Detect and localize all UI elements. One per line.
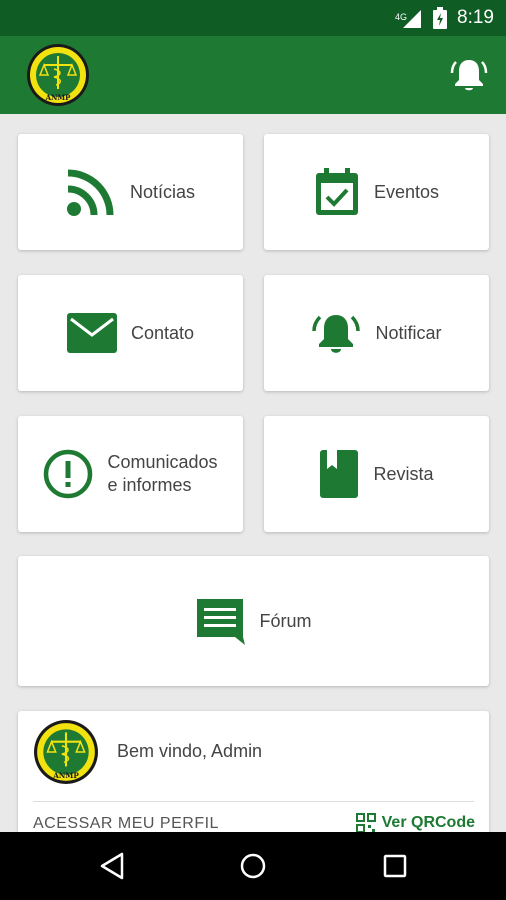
access-profile-link[interactable]: ACESSAR MEU PERFIL [33,815,219,833]
qr-code-label: Ver QRCode [381,814,475,831]
menu-noticias[interactable]: Notícias [18,134,243,250]
menu-eventos[interactable]: Eventos [264,134,489,250]
bell-ring-icon [312,315,361,353]
menu-noticias-label: Notícias [129,181,196,202]
menu-forum[interactable]: Fórum [18,556,489,686]
menu-comunicados-line1: Comunicados [107,452,218,472]
menu-comunicados-label: Comunicados e informes [107,451,217,497]
app-bar: ANMP [0,36,506,114]
bell-ring-icon[interactable] [450,56,488,94]
welcome-text: Bem vindo, Admin [117,741,263,761]
clock: 8:19 [457,7,494,28]
signal-icon: 4G [395,8,423,28]
menu-notificar[interactable]: Notificar [264,275,489,391]
qr-code-icon [355,813,376,833]
divider [33,801,474,802]
back-icon[interactable] [98,851,128,881]
logo-text: ANMP [52,771,79,780]
recents-icon[interactable] [380,851,410,881]
alert-circle-icon [44,449,93,499]
status-bar: 4G 8:19 [0,0,506,36]
menu-eventos-label: Eventos [373,181,440,202]
logo-text: ANMP [45,93,72,102]
forum-message-icon [197,599,246,645]
profile-card: ANMP Bem vindo, Admin ACESSAR MEU PERFIL… [18,711,489,851]
menu-revista-label: Revista [373,463,434,484]
qr-code-link[interactable]: Ver QRCode [355,813,475,833]
battery-icon [433,7,448,29]
navigation-bar [0,832,506,900]
book-icon [320,450,359,498]
home-icon[interactable] [238,851,268,881]
calendar-check-icon [315,168,358,215]
menu-comunicados-line2: e informes [107,475,192,495]
status-icons: 4G 8:19 [395,0,494,36]
anmp-logo: ANMP [34,720,98,784]
menu-notificar-label: Notificar [375,322,442,343]
menu-revista[interactable]: Revista [264,416,489,532]
menu-comunicados[interactable]: Comunicados e informes [18,416,243,532]
rss-icon [66,169,114,216]
envelope-icon [66,313,117,353]
menu-contato-label: Contato [130,322,195,343]
anmp-logo[interactable]: ANMP [26,43,90,107]
menu-forum-label: Fórum [259,610,312,631]
network-type: 4G [395,12,408,22]
menu-contato[interactable]: Contato [18,275,243,391]
